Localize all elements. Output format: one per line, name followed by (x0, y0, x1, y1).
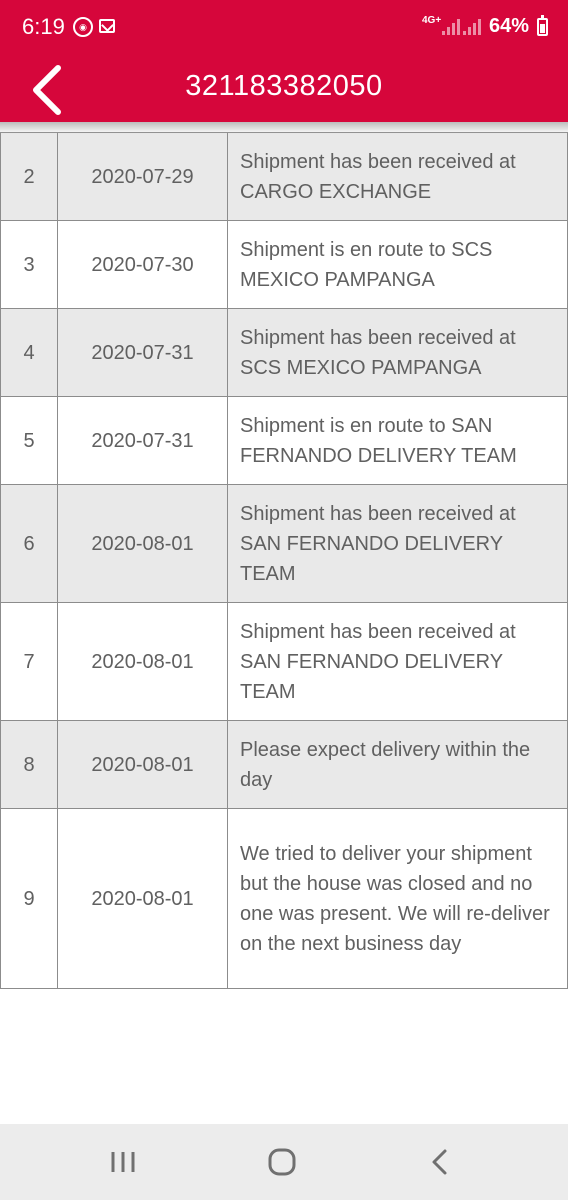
row-date: 2020-07-31 (57, 396, 228, 485)
row-date: 2020-08-01 (57, 484, 228, 603)
back-icon (432, 1149, 447, 1175)
status-bar: 6:19 ◉ 4G+ 64% (0, 0, 568, 56)
table-row: 7 2020-08-01 Shipment has been received at… (0, 602, 568, 721)
row-date: 2020-07-30 (57, 220, 228, 309)
row-description: Shipment has been received at SCS MEXICO… (227, 308, 568, 397)
recents-icon (111, 1152, 135, 1172)
row-number: 8 (0, 720, 58, 809)
battery-icon (537, 15, 548, 36)
row-description: Please expect delivery within the day (227, 720, 568, 809)
table-row: 4 2020-07-31 Shipment has been received at… (0, 308, 568, 397)
row-date: 2020-08-01 (57, 808, 228, 989)
row-date: 2020-08-01 (57, 602, 228, 721)
network-type: 4G+ (422, 15, 442, 26)
battery-percentage: 64% (489, 15, 530, 37)
tracking-number-title: 321183382050 (185, 70, 383, 102)
table-row: 5 2020-07-31 Shipment is en route to SAN F… (0, 396, 568, 485)
tracking-table: 2 2020-07-29 Shipment has been received at… (0, 132, 568, 989)
row-number: 3 (0, 220, 58, 309)
row-number: 2 (0, 132, 58, 221)
table-row: 9 2020-08-01 We tried to deliver your ship… (0, 808, 568, 989)
row-date: 2020-07-29 (57, 132, 228, 221)
row-number: 4 (0, 308, 58, 397)
table-row: 2 2020-07-29 Shipment has been received at… (0, 132, 568, 221)
table-row: 6 2020-08-01 Shipment has been received at… (0, 484, 568, 603)
status-time: 6:19 (22, 14, 65, 39)
signal-icon (442, 19, 460, 35)
nav-back-button[interactable] (421, 1144, 461, 1180)
recents-button[interactable] (103, 1144, 143, 1180)
row-number: 5 (0, 396, 58, 485)
system-nav-bar (0, 1124, 568, 1200)
row-description: Shipment has been received at CARGO EXCH… (227, 132, 568, 221)
mail-notification-icon (99, 19, 115, 33)
signal-icon (463, 19, 481, 35)
row-description: Shipment is en route to SAN FERNANDO DEL… (227, 396, 568, 485)
tracking-content[interactable]: 2 2020-07-29 Shipment has been received at… (0, 122, 568, 1124)
row-description: We tried to deliver your shipment but th… (227, 808, 568, 989)
row-number: 9 (0, 808, 58, 989)
app-bar-shadow (0, 122, 568, 134)
row-description: Shipment has been received at SAN FERNAN… (227, 602, 568, 721)
home-icon (268, 1148, 296, 1176)
row-date: 2020-07-31 (57, 308, 228, 397)
row-number: 6 (0, 484, 58, 603)
row-description: Shipment has been received at SAN FERNAN… (227, 484, 568, 603)
app-bar: 321183382050 (0, 56, 568, 122)
home-button[interactable] (262, 1144, 302, 1180)
row-date: 2020-08-01 (57, 720, 228, 809)
row-description: Shipment is en route to SCS MEXICO PAMPA… (227, 220, 568, 309)
game-app-icon: ◉ (73, 17, 93, 37)
table-row: 8 2020-08-01 Please expect delivery within… (0, 720, 568, 809)
row-number: 7 (0, 602, 58, 721)
table-row: 3 2020-07-30 Shipment is en route to SCS M… (0, 220, 568, 309)
